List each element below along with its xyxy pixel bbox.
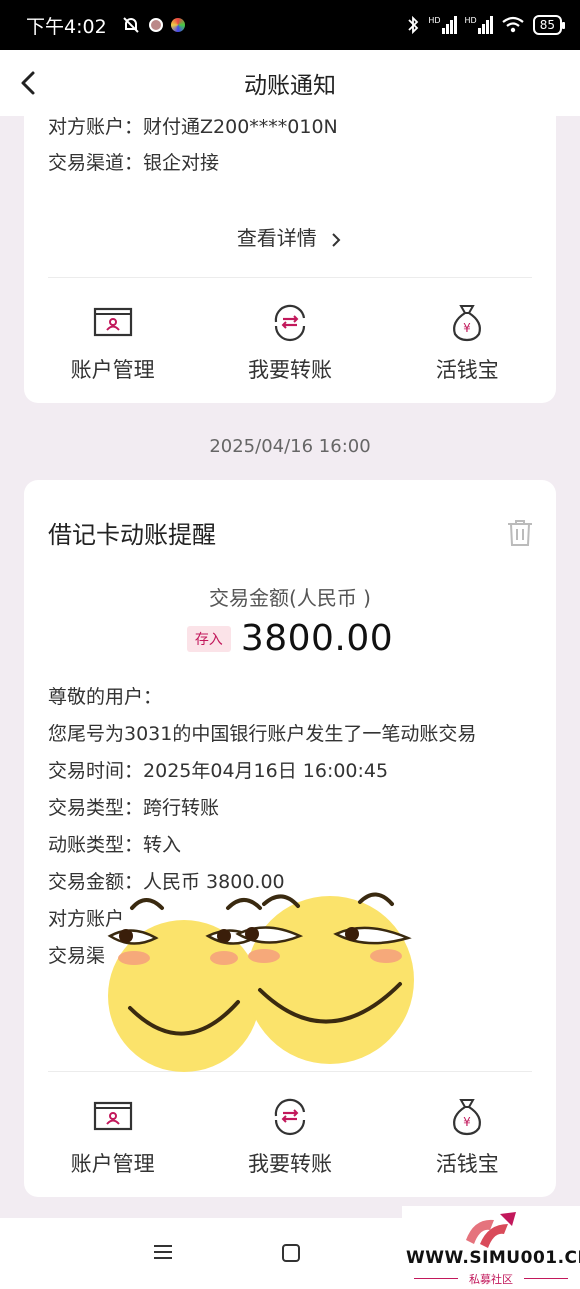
action-label: 账户管理: [70, 1152, 155, 1176]
money-bag-icon: ¥: [453, 305, 482, 342]
card-title: 借记卡动账提醒: [48, 521, 216, 549]
bluetooth-icon: [408, 15, 419, 35]
account-management-button[interactable]: 账户管理: [24, 300, 201, 400]
transfer-button[interactable]: 我要转账: [201, 1094, 378, 1194]
timestamp-label: 2025/04/16 16:00: [209, 436, 371, 457]
action-label: 我要转账: [247, 358, 332, 382]
battery-indicator: 85: [532, 15, 566, 35]
row-label: 交易类型：: [48, 797, 144, 819]
transfer-button[interactable]: 我要转账: [201, 300, 378, 400]
divider: [48, 277, 532, 278]
signal-icon: HD: [465, 16, 493, 34]
chevron-left-icon[interactable]: [14, 67, 44, 99]
simu-logo-icon: [466, 1212, 516, 1248]
signal-icon: HD: [428, 16, 457, 34]
notification-message: 您尾号为3031的中国银行账户发生了一笔动账交易: [48, 723, 477, 745]
smirk-emoji-sticker: [107, 892, 414, 1072]
action-label: 账户管理: [70, 358, 155, 382]
detail-row: 交易时间：2025年04月16日 16:00:45: [48, 756, 388, 783]
home-icon[interactable]: [282, 1244, 300, 1262]
notification-card: 对方账户：财付通Z200****010N 交易渠道：银企对接 查看详情 账户管理…: [24, 116, 556, 403]
hd-label: HD: [464, 16, 477, 25]
detail-row: 交易渠道：银企对接: [48, 148, 219, 175]
account-card-icon: [93, 1101, 132, 1131]
greeting-text: 尊敬的用户：: [48, 686, 163, 708]
detail-row: 对方账户：财付通Z200****010N: [48, 116, 338, 139]
page-title: 动账通知: [244, 73, 336, 99]
row-value: 转入: [143, 834, 182, 856]
status-bar: 下午4:02 HD HD 85: [0, 0, 580, 50]
notification-card: 借记卡动账提醒 交易金额(人民币 ) 存入 3800.00 尊敬的用户： 您尾号…: [24, 480, 556, 1197]
money-treasure-button[interactable]: ¥ 活钱宝: [379, 1094, 556, 1194]
account-management-button[interactable]: 账户管理: [24, 1094, 201, 1194]
transfer-icon: [274, 304, 306, 342]
wifi-icon: [502, 16, 524, 33]
deposit-badge: 存入: [186, 625, 231, 652]
chevron-right-icon: [332, 232, 341, 247]
detail-row: 动账类型：转入: [48, 830, 181, 857]
row-value: 2025年04月16日 16:00:45: [143, 760, 389, 782]
app-notification-icon: [170, 18, 185, 32]
row-label: 交易渠道：: [48, 152, 144, 174]
row-value: 跨行转账: [143, 797, 220, 819]
quick-actions: 账户管理 我要转账 ¥ 活钱宝: [24, 1094, 556, 1194]
account-card-icon: [93, 307, 132, 337]
amount-label: 交易金额(人民币 ): [209, 586, 371, 610]
watermark-subtitle: 私募社区: [469, 1273, 513, 1286]
trash-icon[interactable]: [506, 518, 534, 548]
svg-text:¥: ¥: [463, 1115, 471, 1129]
app-notification-icon: [148, 18, 163, 32]
action-label: 我要转账: [247, 1152, 332, 1176]
hd-label: HD: [428, 16, 441, 25]
row-label: 交易时间：: [48, 760, 144, 782]
svg-text:¥: ¥: [463, 321, 471, 335]
watermark: WWW.SIMU001.CN 私募社区: [402, 1206, 580, 1289]
view-details-link[interactable]: 查看详情: [24, 222, 556, 251]
menu-icon[interactable]: [152, 1244, 174, 1260]
transaction-amount: 3800.00: [240, 618, 394, 659]
action-label: 活钱宝: [435, 1152, 499, 1176]
action-label: 活钱宝: [435, 358, 499, 382]
divider: [524, 1278, 568, 1279]
view-details-label: 查看详情: [236, 226, 317, 250]
nav-bar: 动账通知: [0, 50, 580, 116]
money-treasure-button[interactable]: ¥ 活钱宝: [379, 300, 556, 400]
transfer-icon: [274, 1098, 306, 1136]
amount-row: 存入 3800.00: [24, 618, 556, 659]
watermark-text: WWW.SIMU001.CN: [406, 1248, 580, 1268]
detail-row: 交易类型：跨行转账: [48, 793, 219, 820]
money-bag-icon: ¥: [453, 1099, 482, 1136]
status-time: 下午4:02: [26, 15, 107, 38]
row-label: 动账类型：: [48, 834, 144, 856]
row-value: 银企对接: [143, 152, 220, 174]
notification-list[interactable]: 对方账户：财付通Z200****010N 交易渠道：银企对接 查看详情 账户管理…: [0, 116, 580, 1218]
quick-actions: 账户管理 我要转账 ¥ 活钱宝: [24, 300, 556, 400]
mute-bell-icon: [122, 17, 139, 33]
row-label: 对方账户：: [48, 116, 144, 138]
detail-row-covered: 交易渠: [48, 945, 106, 967]
row-value: 财付通Z200****010N: [143, 116, 338, 138]
